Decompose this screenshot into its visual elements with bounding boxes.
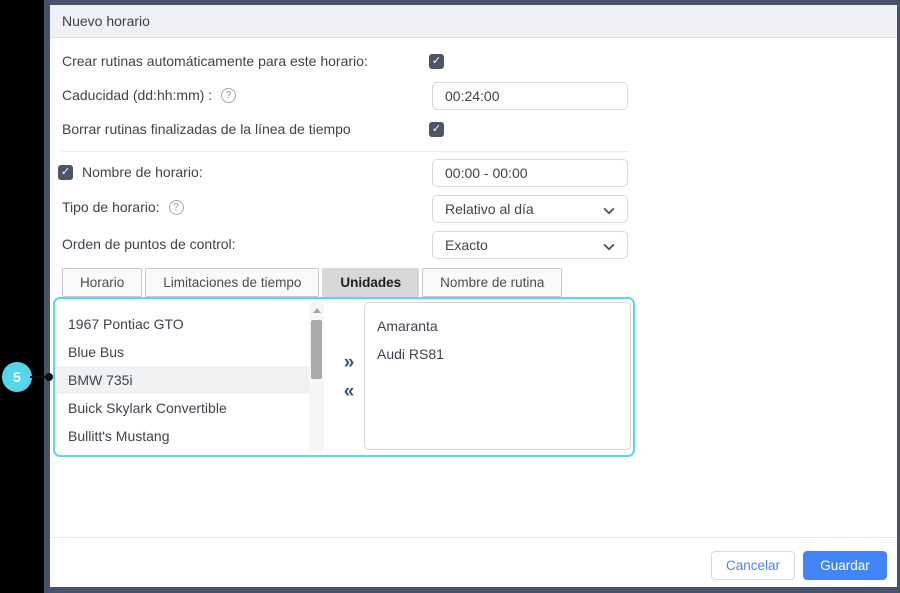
checkpoint-order-value: Exacto	[445, 237, 488, 253]
dialog-header: Nuevo horario	[50, 5, 897, 38]
cancel-button[interactable]: Cancelar	[711, 551, 795, 580]
schedule-type-row: Tipo de horario: ?	[62, 199, 184, 215]
checkpoint-order-select[interactable]: Exacto	[432, 231, 628, 259]
expiry-input[interactable]	[432, 82, 628, 110]
units-dual-list: 1967 Pontiac GTO Blue Bus BMW 735i Buick…	[53, 297, 635, 457]
tab-nombre-de-rutina[interactable]: Nombre de rutina	[422, 268, 562, 297]
delete-finished-label: Borrar rutinas finalizadas de la línea d…	[62, 121, 351, 137]
help-icon[interactable]: ?	[221, 88, 236, 103]
section-divider	[62, 151, 628, 152]
auto-create-checkbox[interactable]	[429, 54, 444, 69]
new-schedule-dialog: Nuevo horario Crear rutinas automáticame…	[44, 0, 900, 593]
list-item[interactable]: Blue Bus	[56, 338, 309, 366]
scrollbar-thumb[interactable]	[311, 320, 322, 379]
chevron-down-icon	[603, 203, 614, 214]
list-item[interactable]: Buick Skylark Convertible	[56, 394, 309, 422]
move-left-button[interactable]: «	[336, 381, 362, 403]
chevron-down-icon	[603, 239, 614, 250]
tab-bar: Horario Limitaciones de tiempo Unidades …	[62, 268, 562, 297]
list-item[interactable]: 1967 Pontiac GTO	[56, 310, 309, 338]
auto-create-label: Crear rutinas automáticamente para este …	[62, 53, 368, 69]
schedule-name-checkbox[interactable]	[58, 165, 73, 180]
list-item-selected[interactable]: BMW 735i	[56, 366, 309, 394]
help-icon[interactable]: ?	[169, 200, 184, 215]
dialog-title: Nuevo horario	[62, 13, 150, 29]
schedule-name-label: Nombre de horario:	[82, 164, 203, 180]
tab-horario[interactable]: Horario	[62, 268, 142, 297]
schedule-type-label: Tipo de horario:	[62, 199, 160, 215]
footer-divider	[50, 537, 897, 538]
schedule-type-select[interactable]: Relativo al día	[432, 195, 628, 223]
callout-badge: 5	[2, 362, 32, 392]
scroll-up-icon[interactable]	[313, 308, 321, 313]
move-right-button[interactable]: »	[336, 352, 362, 374]
assigned-units-list: Amaranta Audi RS81	[364, 302, 631, 450]
expiry-label-row: Caducidad (dd:hh:mm) : ?	[62, 87, 236, 103]
expiry-label: Caducidad (dd:hh:mm) :	[62, 87, 212, 103]
tab-limitaciones-de-tiempo[interactable]: Limitaciones de tiempo	[145, 268, 319, 297]
available-units-list: 1967 Pontiac GTO Blue Bus BMW 735i Buick…	[56, 300, 309, 454]
save-button[interactable]: Guardar	[803, 551, 887, 580]
list-item[interactable]: Bullitt's Mustang	[56, 422, 309, 450]
callout-dot	[45, 373, 53, 381]
list-item[interactable]: Audi RS81	[365, 340, 630, 368]
page-background: { "header": { "title": "Nuevo horario" }…	[0, 0, 900, 593]
schedule-name-input[interactable]	[432, 159, 628, 187]
list-item[interactable]: Amaranta	[365, 312, 630, 340]
delete-finished-checkbox[interactable]	[429, 122, 444, 137]
schedule-name-row: Nombre de horario:	[58, 164, 203, 180]
checkpoint-order-label: Orden de puntos de control:	[62, 236, 236, 252]
schedule-type-value: Relativo al día	[445, 201, 534, 217]
tab-unidades[interactable]: Unidades	[322, 268, 419, 297]
scrollbar[interactable]	[309, 301, 324, 452]
